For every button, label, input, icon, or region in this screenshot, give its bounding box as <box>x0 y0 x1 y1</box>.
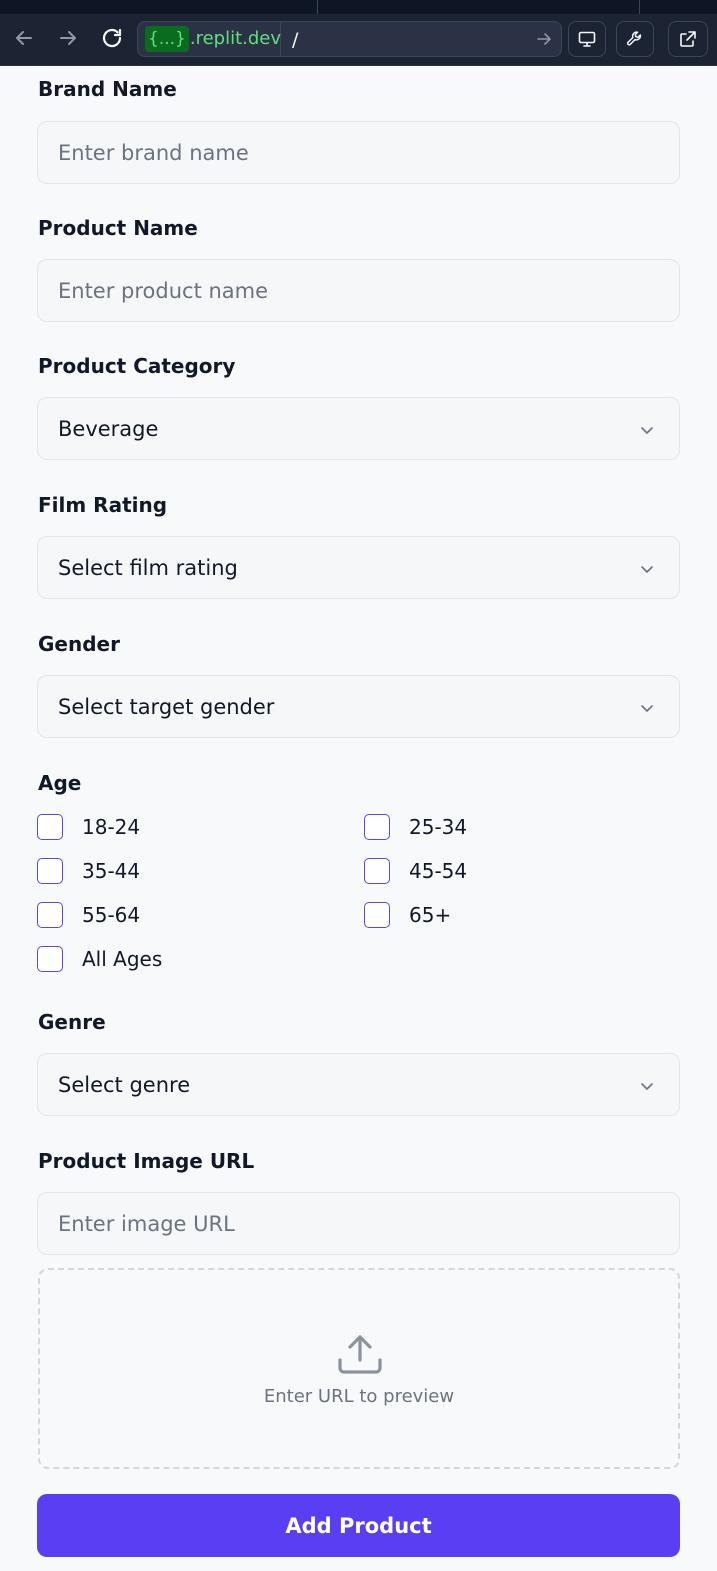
arrow-left-icon <box>16 31 32 45</box>
open-new-tab-button[interactable] <box>668 21 708 57</box>
upload-icon <box>338 1335 382 1374</box>
film-rating-value: Select film rating <box>58 555 238 580</box>
age-option-all-ages[interactable]: All Ages <box>37 946 162 972</box>
tab-divider <box>317 0 318 14</box>
add-product-button[interactable]: Add Product <box>37 1494 680 1557</box>
arrow-right-icon[interactable] <box>535 30 553 48</box>
film-rating-select[interactable]: Select film rating <box>37 536 680 599</box>
checkbox-label: 65+ <box>409 903 452 927</box>
age-option-18-24[interactable]: 18-24 <box>37 814 140 840</box>
checkbox[interactable] <box>37 858 63 884</box>
gender-value: Select target gender <box>58 694 275 719</box>
gender-select[interactable]: Select target gender <box>37 675 680 738</box>
age-option-55-64[interactable]: 55-64 <box>37 902 140 928</box>
reload-icon <box>102 28 122 48</box>
product-category-value: Beverage <box>58 416 159 441</box>
chevron-down-icon <box>641 705 653 712</box>
checkbox-label: 18-24 <box>82 815 141 839</box>
age-option-25-34[interactable]: 25-34 <box>364 814 467 840</box>
external-link-icon <box>680 31 696 47</box>
genre-select[interactable]: Select genre <box>37 1053 680 1116</box>
devtools-button[interactable] <box>616 21 654 57</box>
url-path[interactable]: / <box>292 29 298 51</box>
age-option-45-54[interactable]: 45-54 <box>364 858 467 884</box>
tab-strip <box>0 0 717 14</box>
image-url-input[interactable]: Enter image URL <box>37 1192 680 1255</box>
reload-button[interactable] <box>96 22 128 54</box>
checkbox[interactable] <box>37 946 63 972</box>
checkbox[interactable] <box>364 858 390 884</box>
checkbox-label: 25-34 <box>409 815 468 839</box>
checkbox[interactable] <box>364 814 390 840</box>
film-rating-label: Film Rating <box>38 493 168 517</box>
checkbox[interactable] <box>364 902 390 928</box>
chevron-down-icon <box>641 566 653 573</box>
tab-divider <box>639 0 640 14</box>
product-name-label: Product Name <box>38 216 198 240</box>
browser-toolbar: {...} .replit.dev / <box>0 0 717 66</box>
age-label: Age <box>38 771 82 795</box>
product-name-input[interactable]: Enter product name <box>37 259 680 322</box>
checkbox-label: All Ages <box>82 947 163 971</box>
monitor-icon <box>578 31 596 47</box>
gender-label: Gender <box>38 632 120 656</box>
image-preview-area: Enter URL to preview <box>38 1268 680 1469</box>
brand-name-input[interactable]: Enter brand name <box>37 121 680 184</box>
url-domain-box: {...} .replit.dev <box>138 22 281 56</box>
age-option-35-44[interactable]: 35-44 <box>37 858 140 884</box>
genre-label: Genre <box>38 1010 106 1034</box>
checkbox-label: 35-44 <box>82 859 141 883</box>
url-domain: .replit.dev <box>189 28 282 49</box>
checkbox[interactable] <box>37 814 63 840</box>
chevron-down-icon <box>641 427 653 434</box>
url-badge: {...} <box>145 26 189 52</box>
checkbox-label: 55-64 <box>82 903 141 927</box>
arrow-right-icon <box>60 31 76 45</box>
product-category-select[interactable]: Beverage <box>37 397 680 460</box>
wrench-icon <box>626 31 642 46</box>
address-bar[interactable]: {...} .replit.dev / <box>137 21 562 57</box>
checkbox-label: 45-54 <box>409 859 468 883</box>
image-url-label: Product Image URL <box>38 1149 255 1173</box>
checkbox[interactable] <box>37 902 63 928</box>
chevron-down-icon <box>641 1083 653 1090</box>
age-option-65-plus[interactable]: 65+ <box>364 902 451 928</box>
product-category-label: Product Category <box>38 354 236 378</box>
devices-button[interactable] <box>568 21 606 57</box>
brand-name-label: Brand Name <box>38 77 177 101</box>
back-button[interactable] <box>8 22 40 54</box>
genre-value: Select genre <box>58 1072 191 1097</box>
forward-button[interactable] <box>52 22 84 54</box>
preview-hint: Enter URL to preview <box>263 1386 455 1407</box>
